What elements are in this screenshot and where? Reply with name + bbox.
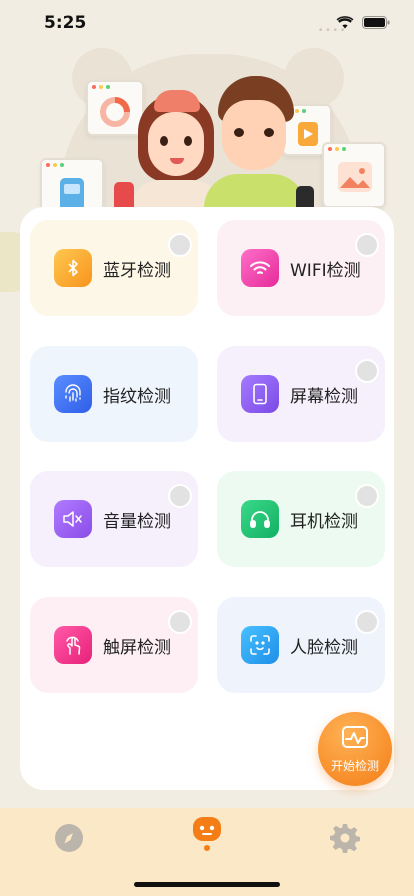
touch-icon (54, 626, 92, 664)
tile-label: 人脸检测 (290, 638, 358, 658)
select-radio[interactable] (355, 359, 379, 383)
volume-mute-icon (54, 500, 92, 538)
select-radio[interactable] (168, 233, 192, 257)
tile-bluetooth[interactable]: 蓝牙检测 (30, 220, 198, 316)
wifi-signal-icon (336, 14, 354, 33)
tile-face[interactable]: 人脸检测 (217, 597, 385, 693)
hero-illustration (0, 30, 414, 230)
select-radio[interactable] (168, 610, 192, 634)
nav-item-home[interactable] (187, 816, 227, 856)
tile-fingerprint[interactable]: 指纹检测 (30, 346, 198, 442)
headphones-icon (241, 500, 279, 538)
gear-icon (330, 823, 360, 857)
status-bar: 5:25 •••• (0, 0, 414, 48)
status-icons (336, 14, 390, 33)
tile-volume[interactable]: 音量检测 (30, 471, 198, 567)
select-radio[interactable] (355, 484, 379, 508)
tile-screen[interactable]: 屏幕检测 (217, 346, 385, 442)
status-time: 5:25 (44, 13, 87, 33)
compass-icon (54, 823, 84, 857)
tile-label: 音量检测 (103, 512, 171, 532)
face-scan-icon (241, 626, 279, 664)
phone-screen-icon (241, 375, 279, 413)
wifi-icon (241, 249, 279, 287)
fingerprint-icon (54, 375, 92, 413)
start-detection-label: 开始检测 (330, 758, 379, 773)
tile-label: WIFI检测 (290, 261, 361, 281)
tile-headphones[interactable]: 耳机检测 (217, 471, 385, 567)
battery-icon (362, 14, 390, 33)
bottom-nav (0, 808, 414, 896)
detection-card: 蓝牙检测 WIFI检测 指纹检测 屏幕检测 音量检测 耳机检测 触屏检测 人脸检… (20, 207, 394, 790)
bluetooth-icon (54, 249, 92, 287)
tile-label: 耳机检测 (290, 512, 358, 532)
select-radio[interactable] (355, 233, 379, 257)
nav-item-settings[interactable] (325, 820, 365, 860)
tile-wifi[interactable]: WIFI检测 (217, 220, 385, 316)
tile-touch[interactable]: 触屏检测 (30, 597, 198, 693)
tile-label: 蓝牙检测 (103, 261, 171, 281)
select-radio[interactable] (355, 610, 379, 634)
tile-label: 触屏检测 (103, 638, 171, 658)
robot-face-icon (191, 815, 223, 857)
image-window-illustration (322, 142, 386, 208)
select-radio[interactable] (168, 484, 192, 508)
activity-chart-icon (340, 725, 370, 755)
tile-label: 屏幕检测 (290, 387, 358, 407)
home-indicator (134, 882, 280, 887)
tile-label: 指纹检测 (103, 387, 171, 407)
start-detection-button[interactable]: 开始检测 (318, 712, 392, 786)
nav-item-discover[interactable] (49, 820, 89, 860)
